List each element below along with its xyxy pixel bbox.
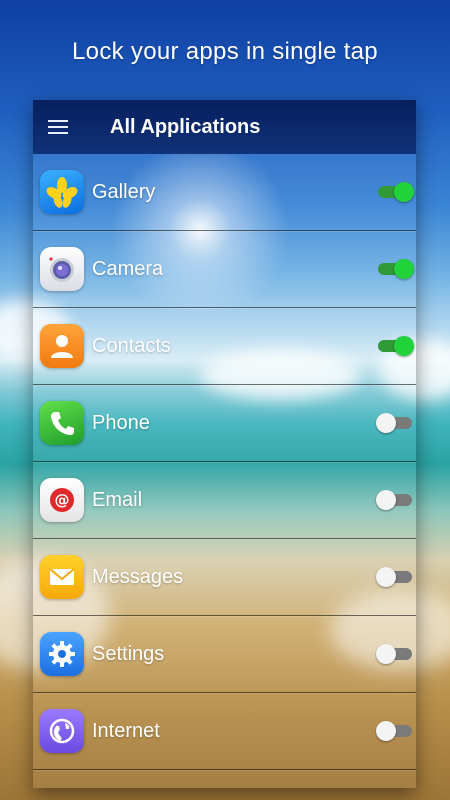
app-row-messages[interactable]: Messages: [33, 539, 416, 616]
page-title: All Applications: [110, 115, 261, 138]
app-label: Phone: [92, 411, 150, 434]
lock-toggle[interactable]: [376, 567, 412, 587]
messages-icon: [40, 555, 84, 599]
app-label: Messages: [92, 565, 184, 588]
headline: Lock your apps in single tap: [72, 38, 378, 65]
lock-toggle[interactable]: [376, 413, 412, 433]
lock-toggle[interactable]: [376, 490, 412, 510]
app-bar: All Applications: [33, 100, 416, 154]
app-row-contacts[interactable]: Contacts: [33, 308, 416, 385]
app-list-panel: All Applications Gallery Camera Contacts…: [33, 100, 416, 788]
app-label: Contacts: [92, 334, 171, 357]
svg-text:@: @: [55, 491, 70, 509]
contacts-icon: [40, 324, 84, 368]
lock-toggle[interactable]: [376, 644, 412, 664]
menu-icon[interactable]: [48, 119, 68, 135]
camera-icon: [40, 247, 84, 291]
app-label: Email: [92, 488, 143, 511]
lock-toggle[interactable]: [376, 721, 412, 741]
app-label: Settings: [92, 642, 165, 665]
settings-icon: [40, 632, 84, 676]
app-row-phone[interactable]: Phone: [33, 385, 416, 462]
app-label: Internet: [92, 719, 160, 742]
app-row-email[interactable]: @ Email: [33, 462, 416, 539]
app-row-settings[interactable]: Settings: [33, 616, 416, 693]
app-label: Camera: [92, 257, 164, 280]
app-row-gallery[interactable]: Gallery: [33, 154, 416, 231]
app-row-camera[interactable]: Camera: [33, 231, 416, 308]
app-label: Gallery: [92, 180, 156, 203]
lock-toggle[interactable]: [378, 259, 414, 279]
internet-icon: [40, 709, 84, 753]
phone-icon: [40, 401, 84, 445]
gallery-icon: [40, 170, 84, 214]
lock-toggle[interactable]: [378, 182, 414, 202]
background-beach-image: Lock your apps in single tap All Applica…: [0, 0, 450, 800]
email-icon: @: [40, 478, 84, 522]
app-row-internet[interactable]: Internet: [33, 693, 416, 770]
lock-toggle[interactable]: [378, 336, 414, 356]
